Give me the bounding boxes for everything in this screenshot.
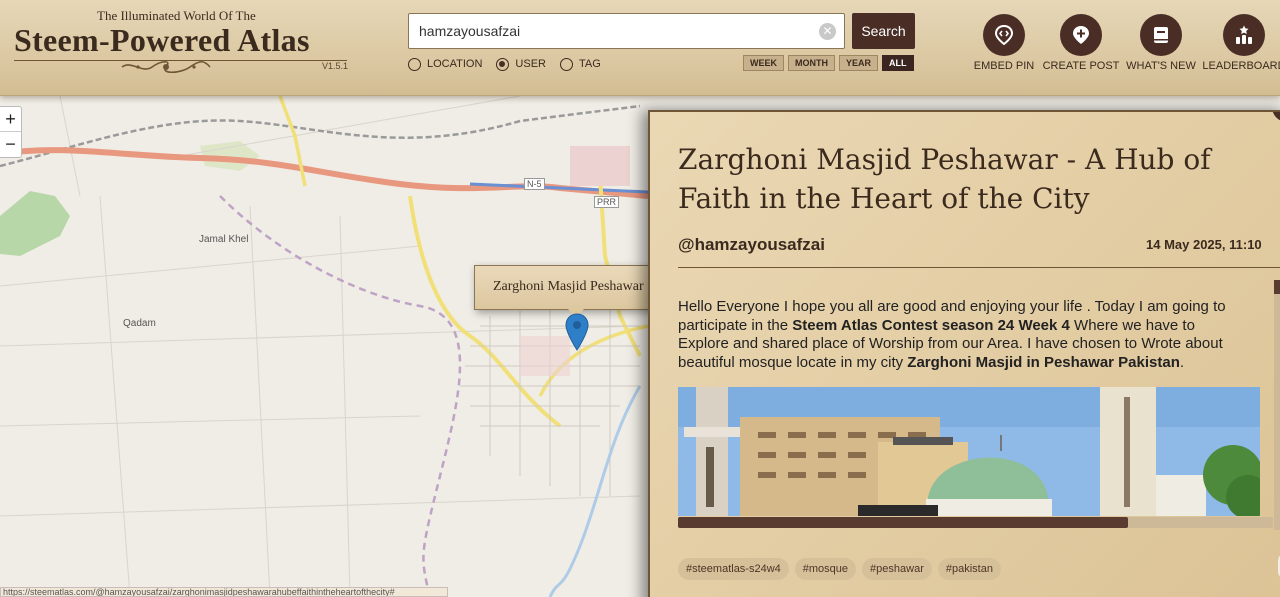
post-author[interactable]: @hamzayousafzai [678,235,825,255]
post-panel: Zarghoni Masjid Peshawar - A Hub of Fait… [648,110,1280,597]
tag-chip[interactable]: #peshawar [862,558,932,580]
radio-user-label: USER [515,58,546,70]
radio-user[interactable]: USER [496,56,546,72]
nav-leaderboard[interactable]: LEADERBOARD [1199,14,1280,72]
post-body-text-3: . [1179,353,1185,371]
zoom-in-button[interactable]: + [0,107,21,132]
zoom-control: + − [0,106,22,158]
radio-tag-dot[interactable] [559,57,573,71]
period-all[interactable]: ALL [882,55,914,71]
nav-whats-new-label: WHAT'S NEW [1126,60,1196,72]
app-header: The Illuminated World Of The Steem-Power… [0,0,1280,96]
radio-location[interactable]: LOCATION [408,56,482,72]
period-week[interactable]: WEEK [743,55,784,71]
radio-location-label: LOCATION [427,58,483,70]
panel-vertical-scrollbar[interactable] [1274,280,1280,530]
nav-create-post-label: CREATE POST [1042,60,1120,72]
nav-whats-new[interactable]: WHAT'S NEW [1116,14,1206,72]
map-pin-icon[interactable] [565,313,589,351]
plus-icon[interactable] [1060,14,1102,56]
mosque-photo [678,387,1260,516]
logo-title: Steem-Powered Atlas [14,22,310,58]
nav-create-post[interactable]: CREATE POST [1036,14,1126,72]
zoom-out-button[interactable]: − [0,132,21,157]
embed-pin-icon[interactable] [983,14,1025,56]
post-divider [678,267,1280,268]
tag-chip[interactable]: #steematlas-s24w4 [678,558,789,580]
tag-chip[interactable]: #mosque [794,558,857,580]
period-filter: WEEK MONTH YEAR ALL [743,55,914,71]
post-body-bold-2: Zarghoni Masjid in Peshawar Pakistan [907,353,1180,371]
site-logo[interactable]: The Illuminated World Of The Steem-Power… [12,6,352,78]
image-horizontal-scrollbar[interactable] [678,517,1273,528]
post-date: 14 May 2025, 11:10 [1146,237,1262,252]
period-month[interactable]: MONTH [788,55,835,71]
post-image[interactable] [678,387,1260,516]
close-panel-icon[interactable] [1272,112,1280,122]
radio-tag-label: TAG [578,58,601,70]
post-body-bold-1: Steem Atlas Contest season 24 Week 4 [792,316,1070,334]
post-tags: #steematlas-s24w4 #mosque #peshawar #pak… [678,558,1001,580]
place-label-n5: N-5 [524,178,545,190]
place-label-prr: PRR [594,196,620,208]
search-box: ✕ [408,13,845,49]
leaderboard-icon[interactable] [1223,14,1265,56]
search-input[interactable] [409,14,799,48]
flourish-icon [121,60,211,74]
tag-chip[interactable]: #pakistan [937,558,1001,580]
search-button[interactable]: Search [852,13,915,49]
place-label-jamal-khel: Jamal Khel [199,234,249,245]
radio-location-dot[interactable] [408,57,421,71]
book-icon[interactable] [1140,14,1182,56]
radio-user-dot[interactable] [496,57,510,71]
clear-search-icon[interactable]: ✕ [819,23,836,40]
post-body: Hello Everyone I hope you all are good a… [678,298,1248,372]
app-version: V1.5.1 [322,61,349,71]
period-year[interactable]: YEAR [839,55,879,71]
image-scroll-thumb[interactable] [678,517,1128,528]
post-title: Zarghoni Masjid Peshawar - A Hub of Fait… [678,143,1211,215]
place-label-qadam: Qadam [123,318,156,329]
nav-leaderboard-label: LEADERBOARD [1202,60,1280,72]
pin-tooltip: Zarghoni Masjid Peshawar [474,265,654,310]
radio-tag[interactable]: TAG [559,56,601,72]
browser-status-url: https://steematlas.com/@hamzayousafzai/z… [0,587,448,597]
panel-scroll-thumb[interactable] [1274,280,1280,294]
search-mode-group: LOCATION USER TAG [408,56,615,72]
